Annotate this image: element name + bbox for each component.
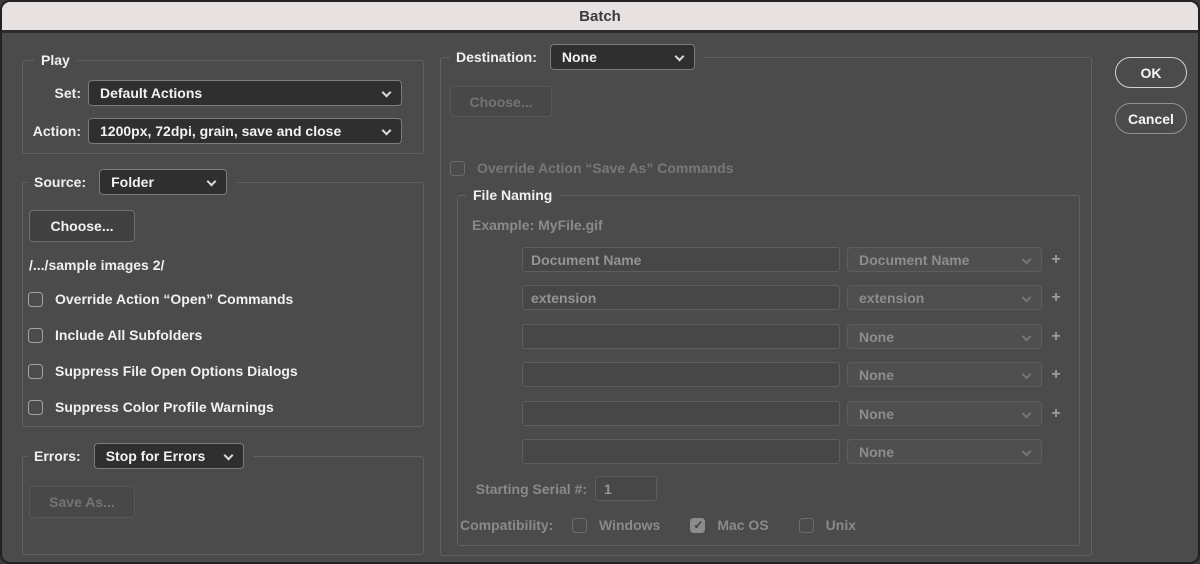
override-save-as-row: Override Action “Save As” Commands bbox=[450, 159, 733, 177]
destination-label: Destination: bbox=[456, 49, 537, 65]
ok-button[interactable]: OK bbox=[1115, 57, 1187, 88]
compatibility-label: Compatibility: bbox=[460, 517, 554, 533]
chevron-down-icon bbox=[1021, 369, 1032, 380]
chevron-down-icon bbox=[674, 51, 685, 62]
name-part-select-3: None bbox=[847, 324, 1042, 349]
add-row-button-5: + bbox=[1051, 405, 1061, 422]
suppress-warnings-row[interactable]: Suppress Color Profile Warnings bbox=[28, 398, 274, 416]
include-subfolders-checkbox[interactable] bbox=[28, 327, 43, 343]
compatibility-row: Compatibility: Windows Mac OS Unix bbox=[460, 516, 856, 534]
cancel-button[interactable]: Cancel bbox=[1115, 103, 1187, 134]
chevron-down-icon bbox=[223, 450, 234, 461]
source-label: Source: bbox=[34, 174, 87, 190]
add-row-button-4: + bbox=[1051, 366, 1061, 383]
action-select[interactable]: 1200px, 72dpi, grain, save and close bbox=[88, 118, 402, 144]
add-row-button-1: + bbox=[1051, 251, 1061, 268]
starting-serial-label: Starting Serial #: bbox=[475, 481, 587, 497]
add-row-button-3: + bbox=[1051, 328, 1061, 345]
destination-choose-button: Choose... bbox=[450, 86, 552, 117]
window-titlebar[interactable]: Batch bbox=[2, 2, 1198, 33]
name-field-input-1 bbox=[522, 247, 840, 272]
compat-macos-label: Mac OS bbox=[717, 517, 769, 533]
add-row-button-2: + bbox=[1051, 289, 1061, 306]
name-field-input-5 bbox=[522, 401, 840, 426]
include-subfolders-row[interactable]: Include All Subfolders bbox=[28, 326, 202, 344]
window-title: Batch bbox=[579, 7, 621, 25]
name-part-select-6: None bbox=[847, 439, 1042, 464]
play-group-legend: Play bbox=[34, 52, 77, 68]
errors-label: Errors: bbox=[34, 448, 81, 464]
action-label: Action: bbox=[32, 123, 81, 139]
errors-select[interactable]: Stop for Errors bbox=[93, 443, 244, 469]
override-open-label: Override Action “Open” Commands bbox=[55, 291, 294, 307]
chevron-down-icon bbox=[1021, 408, 1032, 419]
override-open-checkbox[interactable] bbox=[28, 291, 43, 307]
file-naming-example: Example: MyFile.gif bbox=[472, 217, 603, 233]
chevron-down-icon bbox=[381, 125, 392, 136]
chevron-down-icon bbox=[381, 87, 392, 98]
compat-windows-checkbox bbox=[572, 517, 587, 533]
destination-select[interactable]: None bbox=[549, 44, 695, 70]
source-path: /.../sample images 2/ bbox=[29, 257, 165, 273]
chevron-down-icon bbox=[1021, 292, 1032, 303]
destination-legend-row: Destination: None bbox=[450, 44, 705, 70]
suppress-warnings-checkbox[interactable] bbox=[28, 399, 43, 415]
chevron-down-icon bbox=[206, 176, 217, 187]
override-save-as-label: Override Action “Save As” Commands bbox=[477, 160, 734, 176]
name-field-input-3 bbox=[522, 324, 840, 349]
set-select[interactable]: Default Actions bbox=[88, 80, 402, 106]
suppress-dialogs-row[interactable]: Suppress File Open Options Dialogs bbox=[28, 362, 298, 380]
name-field-input-2 bbox=[522, 285, 840, 310]
suppress-dialogs-label: Suppress File Open Options Dialogs bbox=[55, 363, 298, 379]
compat-windows-label: Windows bbox=[599, 517, 661, 533]
source-legend-row: Source: Folder bbox=[28, 169, 238, 195]
chevron-down-icon bbox=[1021, 254, 1032, 265]
override-save-as-checkbox bbox=[450, 160, 465, 176]
errors-legend-row: Errors: Stop for Errors bbox=[28, 443, 254, 469]
chevron-down-icon bbox=[1021, 331, 1032, 342]
suppress-warnings-label: Suppress Color Profile Warnings bbox=[55, 399, 274, 415]
compat-macos-checkbox bbox=[690, 517, 706, 533]
chevron-down-icon bbox=[1021, 446, 1032, 457]
source-choose-button[interactable]: Choose... bbox=[29, 210, 135, 242]
batch-dialog: Batch Play Set: Default Actions Action: … bbox=[0, 0, 1200, 564]
file-naming-legend: File Naming bbox=[466, 187, 560, 203]
name-part-select-5: None bbox=[847, 401, 1042, 426]
override-open-row[interactable]: Override Action “Open” Commands bbox=[28, 290, 293, 308]
name-part-select-2: extension bbox=[847, 285, 1042, 310]
source-select[interactable]: Folder bbox=[99, 169, 228, 195]
name-part-select-4: None bbox=[847, 362, 1042, 387]
include-subfolders-label: Include All Subfolders bbox=[55, 327, 203, 343]
starting-serial-input bbox=[595, 476, 657, 501]
suppress-dialogs-checkbox[interactable] bbox=[28, 363, 43, 379]
name-field-input-6 bbox=[522, 439, 840, 464]
name-part-select-1: Document Name bbox=[847, 247, 1042, 272]
name-field-input-4 bbox=[522, 362, 840, 387]
compat-unix-checkbox bbox=[798, 517, 814, 533]
compat-unix-label: Unix bbox=[825, 517, 857, 533]
set-label: Set: bbox=[54, 85, 81, 101]
errors-save-as-button: Save As... bbox=[29, 486, 135, 518]
